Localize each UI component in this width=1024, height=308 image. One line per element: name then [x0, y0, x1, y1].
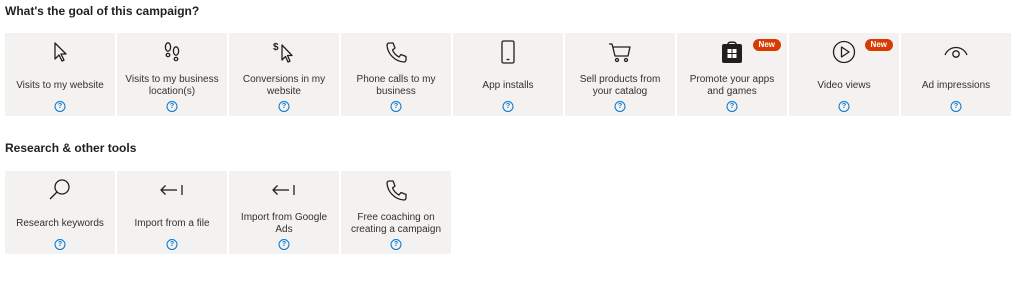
dollar-cursor-icon: $ — [271, 39, 297, 65]
help-icon[interactable]: ? — [278, 239, 290, 250]
help-icon[interactable]: ? — [166, 101, 178, 112]
phone-icon — [383, 177, 409, 203]
help-icon[interactable]: ? — [838, 101, 850, 112]
goal-label: Video views — [817, 80, 871, 91]
goal-tile-promote-apps[interactable]: New Promote your apps and games ? — [677, 33, 787, 116]
help-icon[interactable]: ? — [54, 239, 66, 250]
help-icon[interactable]: ? — [278, 101, 290, 112]
goal-label: App installs — [482, 80, 534, 91]
tool-label: Import from Google Ads — [240, 212, 328, 235]
goal-label: Conversions in my website — [242, 74, 326, 97]
magnifier-icon — [47, 177, 73, 203]
tools-heading: Research & other tools — [5, 141, 137, 155]
cart-icon — [607, 39, 633, 65]
import-icon — [159, 177, 185, 203]
new-badge: New — [864, 39, 893, 51]
goal-tile-video-views[interactable]: New Video views ? — [789, 33, 899, 116]
new-badge: New — [752, 39, 781, 51]
goal-tile-sell-products[interactable]: Sell products from your catalog ? — [565, 33, 675, 116]
goal-label: Visits to my business location(s) — [125, 74, 219, 97]
tool-tiles: Research keywords ? Import from a file ?… — [5, 171, 451, 254]
tool-tile-import-file[interactable]: Import from a file ? — [117, 171, 227, 254]
tool-tile-free-coaching[interactable]: Free coaching on creating a campaign ? — [341, 171, 451, 254]
help-icon[interactable]: ? — [390, 239, 402, 250]
goal-tile-app-installs[interactable]: App installs ? — [453, 33, 563, 116]
help-icon[interactable]: ? — [166, 239, 178, 250]
goal-label: Ad impressions — [921, 80, 991, 91]
tool-tile-research-keywords[interactable]: Research keywords ? — [5, 171, 115, 254]
goal-label: Sell products from your catalog — [579, 74, 661, 97]
goal-tile-phone-calls[interactable]: Phone calls to my business ? — [341, 33, 451, 116]
help-icon[interactable]: ? — [726, 101, 738, 112]
eye-icon — [943, 39, 969, 65]
goal-heading: What's the goal of this campaign? — [5, 4, 200, 18]
play-icon — [831, 39, 857, 65]
goal-label: Phone calls to my business — [356, 74, 436, 97]
import-icon — [271, 177, 297, 203]
store-icon — [719, 39, 745, 65]
tool-label: Free coaching on creating a campaign — [350, 212, 442, 235]
mobile-icon — [495, 39, 521, 65]
goal-label: Visits to my website — [16, 80, 104, 91]
phone-icon — [383, 39, 409, 65]
tool-label: Research keywords — [16, 218, 104, 229]
help-icon[interactable]: ? — [502, 101, 514, 112]
goal-tiles: Visits to my website ? Visits to my busi… — [5, 33, 1011, 116]
tool-tile-import-google-ads[interactable]: Import from Google Ads ? — [229, 171, 339, 254]
help-icon[interactable]: ? — [950, 101, 962, 112]
help-icon[interactable]: ? — [54, 101, 66, 112]
help-icon[interactable]: ? — [614, 101, 626, 112]
footsteps-icon — [159, 39, 185, 65]
cursor-icon — [47, 39, 73, 65]
goal-tile-ad-impressions[interactable]: Ad impressions ? — [901, 33, 1011, 116]
goal-tile-website-visits[interactable]: Visits to my website ? — [5, 33, 115, 116]
goal-tile-conversions[interactable]: $ Conversions in my website ? — [229, 33, 339, 116]
svg-text:$: $ — [273, 42, 279, 53]
help-icon[interactable]: ? — [390, 101, 402, 112]
goal-label: Promote your apps and games — [689, 74, 775, 97]
tool-label: Import from a file — [134, 218, 210, 229]
goal-tile-location-visits[interactable]: Visits to my business location(s) ? — [117, 33, 227, 116]
